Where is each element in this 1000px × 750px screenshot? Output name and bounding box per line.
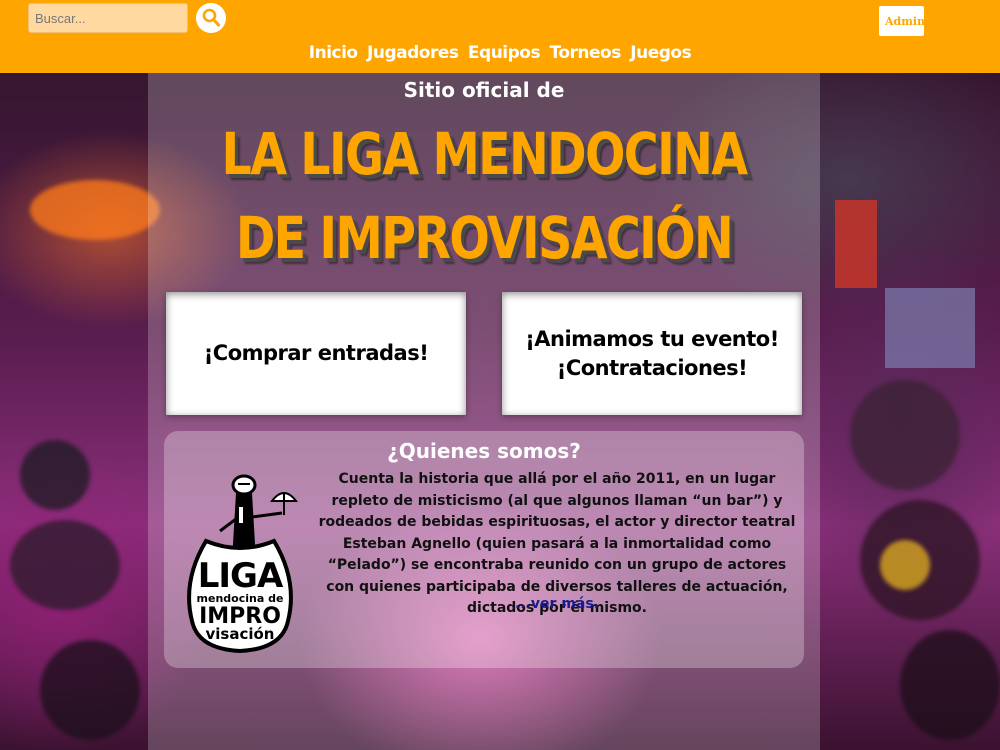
audience-blur	[40, 640, 140, 740]
hero-title-line-1: LA LIGA MENDOCINA	[221, 120, 749, 188]
audience-blur	[880, 540, 930, 590]
search-icon	[202, 8, 220, 27]
logo-text-visacion: visación	[206, 625, 275, 643]
about-title: ¿Quienes somos?	[387, 439, 581, 463]
audience-blur	[30, 180, 160, 240]
background-door	[885, 288, 975, 368]
hero-title-line-2: DE IMPROVISACIÓN	[235, 204, 734, 272]
about-section: ¿Quienes somos? LIGA mendocina de IMPRO …	[164, 431, 804, 668]
search-button[interactable]	[196, 3, 226, 33]
hero-subtitle: Sitio oficial de	[403, 78, 565, 102]
logo-text-liga: LIGA	[198, 556, 284, 596]
league-logo: LIGA mendocina de IMPRO visación	[187, 474, 299, 654]
buy-tickets-label: ¡Comprar entradas!	[203, 341, 429, 365]
audience-blur	[10, 520, 120, 610]
search-input[interactable]	[28, 3, 188, 33]
hero-title: LA LIGA MENDOCINA DE IMPROVISACIÓN	[208, 112, 759, 280]
top-bar: Admin Inicio Jugadores Equipos Torneos J…	[0, 0, 1000, 73]
hire-event-button[interactable]: ¡Animamos tu evento! ¡Contrataciones!	[502, 292, 802, 415]
audience-blur	[900, 630, 1000, 740]
audience-blur	[20, 440, 90, 510]
nav-item-inicio[interactable]: Inicio	[309, 43, 358, 63]
admin-button[interactable]: Admin	[879, 6, 925, 36]
nav-item-equipos[interactable]: Equipos	[468, 43, 541, 63]
background-flag	[835, 200, 877, 288]
nav-item-jugadores[interactable]: Jugadores	[367, 43, 459, 63]
hire-event-label-2: ¡Contrataciones!	[556, 355, 748, 380]
nav-item-juegos[interactable]: Juegos	[630, 43, 691, 63]
nav-item-torneos[interactable]: Torneos	[550, 43, 622, 63]
audience-blur	[850, 380, 960, 490]
main-nav: Inicio Jugadores Equipos Torneos Juegos	[0, 43, 1000, 63]
buy-tickets-button[interactable]: ¡Comprar entradas!	[166, 292, 466, 415]
hire-event-label-1: ¡Animamos tu evento!	[525, 326, 779, 351]
read-more-link[interactable]: ...ver más.	[316, 596, 798, 612]
